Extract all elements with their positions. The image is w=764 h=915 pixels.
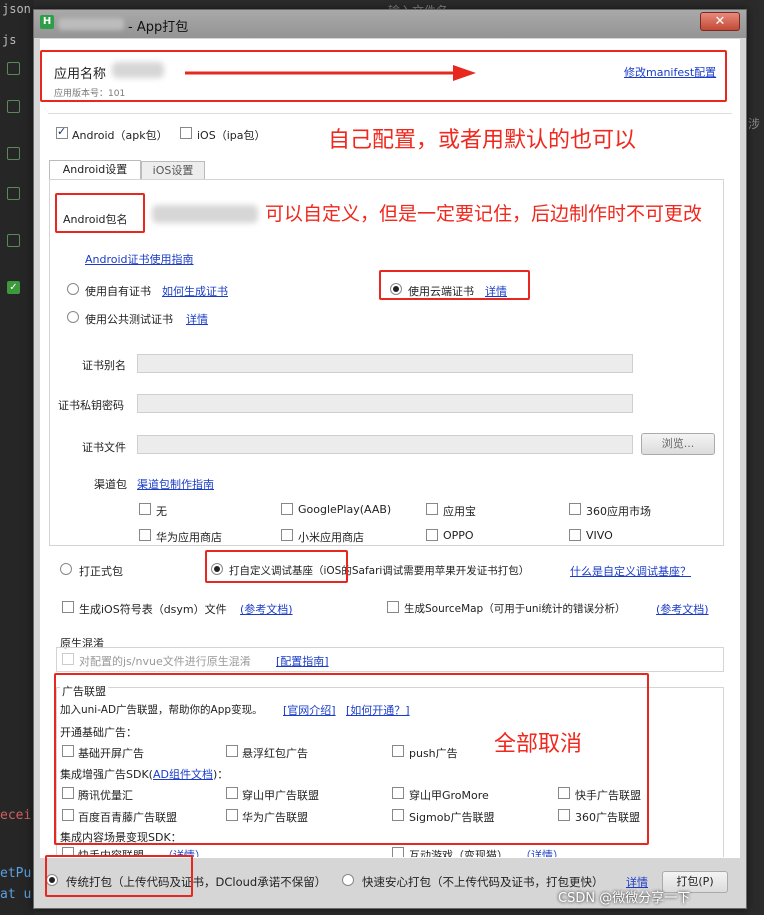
csdn-watermark: CSDN @微微分享一下 — [558, 891, 691, 906]
bg-side-text: 涉 — [748, 117, 761, 131]
what-is-custom-base-link[interactable]: 什么是自定义调试基座？ — [570, 563, 691, 579]
cert-alias-label: 证书别名 — [82, 359, 126, 372]
channel-label-item: VIVO — [586, 529, 613, 542]
sourcemap-label: 生成SourceMap（可用于uni统计的错误分析） — [404, 603, 626, 615]
sourcemap-ref-doc-link[interactable]: (参考文档) — [656, 601, 709, 617]
own-cert-radio[interactable] — [67, 283, 79, 295]
channel-label-item: 360应用市场 — [586, 505, 651, 518]
window-title: - App打包 — [128, 20, 189, 35]
content-ad-detail-link[interactable]: （详情） — [520, 847, 564, 857]
sourcemap-checkbox[interactable] — [387, 601, 399, 613]
bg-checkbox — [7, 62, 20, 75]
browse-button[interactable]: 浏览... — [641, 433, 715, 455]
divider — [48, 113, 732, 114]
channel-guide-link[interactable]: 渠道包制作指南 — [137, 476, 214, 492]
fast-pack-radio[interactable] — [342, 874, 354, 886]
annotation-box-traditional — [45, 855, 193, 897]
bg-checkbox-checked: ✓ — [7, 281, 20, 294]
channel-label-item: 无 — [156, 505, 167, 518]
cert-alias-input[interactable] — [137, 354, 633, 373]
channel-label-item: 小米应用商店 — [298, 531, 364, 544]
annotation-custom-text: 可以自定义，但是一定要记住，后边制作时不可更改 — [265, 203, 703, 225]
public-cert-radio[interactable] — [67, 311, 79, 323]
editor-gutter — [0, 0, 34, 915]
release-build-radio[interactable] — [60, 563, 72, 575]
channel-label: 渠道包 — [94, 478, 127, 491]
public-cert-detail-link[interactable]: 详情 — [186, 311, 208, 327]
channel-label-item: 应用宝 — [443, 505, 476, 518]
channel-checkbox[interactable] — [426, 529, 438, 541]
dsym-checkbox[interactable] — [62, 601, 74, 613]
annotation-box-custom-base — [205, 550, 348, 583]
bg-code-red: ecei — [0, 808, 32, 823]
annotation-config-text: 自己配置，或者用默认的也可以 — [328, 128, 637, 153]
bg-file-json: json — [2, 2, 31, 16]
cert-file-label: 证书文件 — [82, 441, 126, 454]
channel-checkbox[interactable] — [569, 503, 581, 515]
dsym-ref-doc-link[interactable]: (参考文档) — [240, 601, 293, 617]
annotation-arrow-icon — [185, 65, 476, 81]
channel-label-item: 华为应用商店 — [156, 531, 222, 544]
ios-label: iOS（ipa包） — [197, 129, 266, 142]
release-build-label: 打正式包 — [79, 565, 123, 578]
channel-checkbox[interactable] — [569, 529, 581, 541]
hbuilder-logo-icon: H — [40, 15, 54, 29]
title-redacted — [58, 18, 124, 30]
tab-android[interactable]: Android设置 — [49, 160, 141, 179]
annotation-cancel-text: 全部取消 — [494, 732, 583, 757]
native-obf-guide-link[interactable]: [配置指南] — [276, 653, 329, 669]
public-cert-label: 使用公共测试证书 — [85, 313, 173, 326]
cert-file-input[interactable] — [137, 435, 633, 454]
bg-checkbox — [7, 187, 20, 200]
ad-checkbox[interactable] — [392, 847, 404, 857]
ad-label: 互动游戏（变现猫） — [409, 849, 508, 857]
dsym-label: 生成iOS符号表（dsym）文件 — [79, 603, 227, 616]
bg-checkbox — [7, 234, 20, 247]
native-obf-checkbox[interactable] — [62, 653, 74, 665]
native-obf-label: 对配置的js/nvue文件进行原生混淆 — [79, 655, 251, 668]
android-label: Android（apk包） — [72, 129, 168, 142]
channel-checkbox[interactable] — [139, 503, 151, 515]
channel-checkbox[interactable] — [426, 503, 438, 515]
channel-label-item: GooglePlay(AAB) — [298, 503, 392, 516]
bg-file-js: js — [2, 33, 17, 47]
bg-code-blue: at u — [0, 887, 32, 902]
bg-code-blue: etPu — [0, 866, 32, 881]
bg-checkbox — [7, 100, 20, 113]
channel-checkbox[interactable] — [281, 529, 293, 541]
cert-guide-link[interactable]: Android证书使用指南 — [85, 251, 194, 267]
title-bar: H - App打包 ✕ — [34, 10, 746, 38]
channel-label-item: OPPO — [443, 529, 474, 542]
cert-password-input[interactable] — [137, 394, 633, 413]
annotation-box-package — [55, 193, 145, 233]
channel-checkbox[interactable] — [139, 529, 151, 541]
ios-checkbox[interactable] — [180, 127, 192, 139]
android-checkbox[interactable] — [56, 125, 68, 139]
how-to-gen-cert-link[interactable]: 如何生成证书 — [162, 283, 228, 299]
annotation-box-ads — [54, 673, 649, 845]
annotation-box-cloud-cert — [379, 270, 530, 300]
bg-checkbox — [7, 147, 20, 160]
package-name-redacted — [152, 205, 258, 223]
cert-password-label: 证书私钥密码 — [58, 399, 124, 412]
close-button[interactable]: ✕ — [700, 12, 740, 31]
own-cert-label: 使用自有证书 — [85, 285, 151, 298]
channel-checkbox[interactable] — [281, 503, 293, 515]
tab-ios[interactable]: iOS设置 — [141, 161, 205, 180]
